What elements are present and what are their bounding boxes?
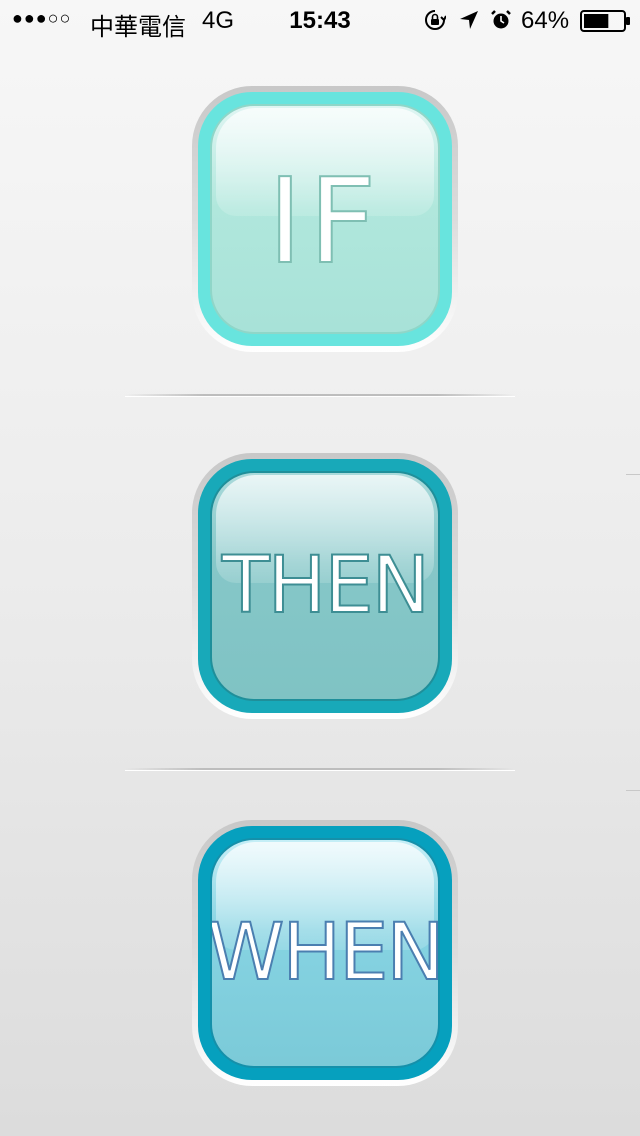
then-button[interactable]: THEN <box>192 453 458 719</box>
when-button-ring: WHEN <box>198 826 452 1080</box>
if-button[interactable]: IF <box>192 86 458 352</box>
if-button-ring: IF <box>198 92 452 346</box>
when-button-label: WHEN <box>210 907 440 999</box>
when-button-face: WHEN <box>210 838 440 1068</box>
if-button-face: IF <box>210 104 440 334</box>
when-button[interactable]: WHEN <box>192 820 458 1086</box>
rotation-lock-icon <box>424 9 447 31</box>
then-button-ring: THEN <box>198 459 452 713</box>
alarm-clock-icon <box>490 9 512 31</box>
battery-icon <box>580 10 632 32</box>
battery-percentage: 64% <box>521 7 570 34</box>
status-bar: ●●●○○ 中華電信 4G 15:43 64% <box>0 0 640 41</box>
location-arrow-icon <box>458 9 480 31</box>
edge-mark <box>626 474 640 475</box>
then-button-label: THEN <box>221 540 431 632</box>
divider <box>125 394 515 396</box>
edge-mark <box>626 790 640 791</box>
then-button-face: THEN <box>210 471 440 701</box>
if-button-label: IF <box>267 151 383 291</box>
divider <box>125 768 515 770</box>
